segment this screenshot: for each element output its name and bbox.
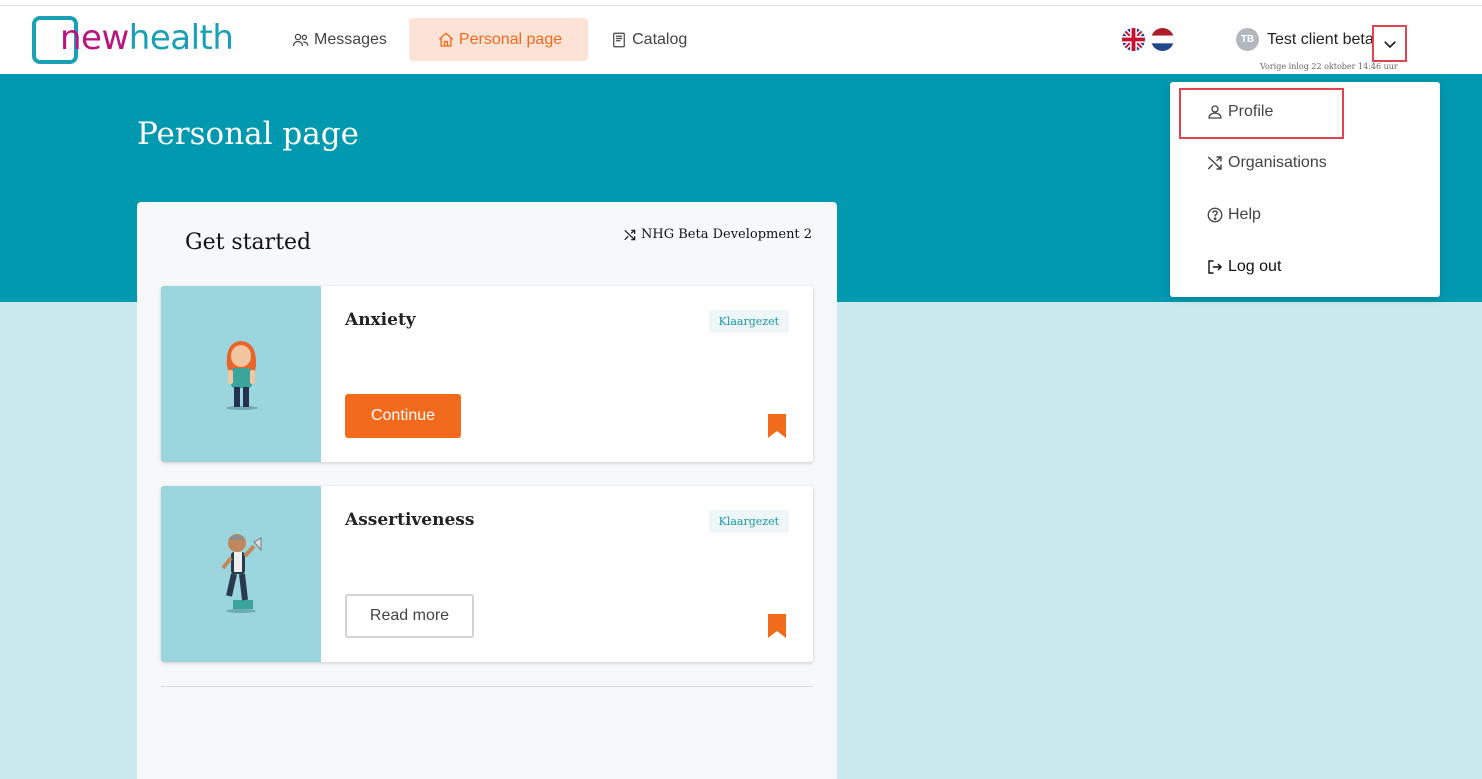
logout-icon [1208,260,1223,274]
nav-personal-page-label: Personal page [458,30,563,48]
nav-personal-page[interactable]: Personal page [408,18,589,61]
menu-item-label: Profile [1228,103,1274,120]
nav-messages[interactable]: Messages [282,18,397,61]
users-icon [292,33,309,46]
main-nav: Messages Personal page Catalog [282,18,709,61]
user-menu-toggle[interactable] [1372,25,1407,62]
home-icon [438,31,454,47]
program-card-anxiety[interactable]: Anxiety Klaargezet Continue [161,286,813,462]
menu-item-label: Log out [1228,258,1282,275]
card-title: Anxiety [345,310,416,330]
organisation-label: NHG Beta Development 2 [623,227,812,242]
user-dropdown-menu: Profile Organisations Help Log out [1170,82,1440,297]
nav-messages-label: Messages [314,30,387,48]
read-more-button[interactable]: Read more [345,594,474,638]
bookmark-icon[interactable] [767,414,787,438]
program-card-assertiveness[interactable]: Assertiveness Klaargezet Read more [161,486,813,662]
logo-text: newhealth [60,18,234,58]
page-title: Personal page [137,116,359,152]
user-menu[interactable]: TB Test client beta [1236,28,1374,51]
card-illustration [161,486,321,662]
newhealth-logo[interactable]: newhealth [32,16,234,66]
shuffle-icon [1207,156,1222,170]
card-title: Assertiveness [345,510,475,530]
language-switcher [1122,28,1174,51]
shuffle-icon [624,229,636,240]
continue-button[interactable]: Continue [345,394,461,438]
nav-catalog-label: Catalog [632,30,688,48]
menu-item-help[interactable]: Help [1206,206,1261,224]
menu-item-logout[interactable]: Log out [1206,258,1281,276]
bookmark-icon[interactable] [767,614,787,638]
status-badge: Klaargezet [708,510,789,533]
menu-item-label: Help [1228,206,1261,223]
card-illustration [161,286,321,462]
nl-flag-icon[interactable] [1151,28,1174,51]
help-icon [1207,207,1223,223]
chevron-down-icon [1383,40,1396,48]
uk-flag-icon[interactable] [1122,28,1145,51]
menu-item-profile[interactable]: Profile [1206,103,1273,121]
last-login: Vorige inlog 22 oktober 14:46 uur [1260,62,1398,71]
status-badge: Klaargezet [708,310,789,333]
menu-item-organisations[interactable]: Organisations [1206,154,1327,172]
get-started-panel: Get started NHG Beta Development 2 Anxie… [137,202,837,779]
avatar: TB [1236,28,1259,51]
panel-title: Get started [185,230,312,255]
organisation-name: NHG Beta Development 2 [641,227,813,242]
header: newhealth Messages Personal page Catalog… [0,6,1482,74]
menu-item-label: Organisations [1228,154,1327,171]
nav-catalog[interactable]: Catalog [600,18,697,61]
user-name: Test client beta [1267,30,1374,48]
user-icon [1208,105,1222,119]
book-icon [613,32,625,47]
divider [161,686,813,687]
